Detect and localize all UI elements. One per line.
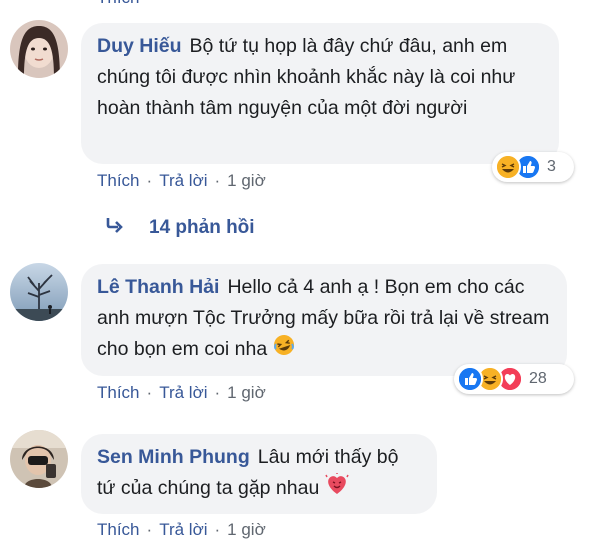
- view-replies-link[interactable]: 14 phản hồi: [105, 217, 255, 239]
- avatar[interactable]: [10, 263, 68, 321]
- reaction-count: 28: [529, 370, 547, 387]
- comment-author[interactable]: Lê Thanh Hải: [97, 276, 219, 298]
- like-reaction-icon: [457, 366, 483, 392]
- separator: ·: [146, 171, 153, 190]
- avatar[interactable]: [10, 430, 68, 488]
- heart-eyes-emoji-icon: [325, 473, 349, 505]
- like-link[interactable]: Thích: [97, 171, 140, 190]
- like-link[interactable]: Thích: [97, 520, 140, 539]
- reply-link[interactable]: Trả lời: [159, 383, 207, 402]
- separator: ·: [146, 383, 153, 402]
- haha-reaction-icon: [495, 154, 521, 180]
- separator: ·: [214, 171, 221, 190]
- comment-author[interactable]: Sen Minh Phung: [97, 446, 250, 468]
- like-link[interactable]: Thích: [97, 383, 140, 402]
- comment-bubble: Duy Hiếu Bộ tứ tụ họp là đây chứ đâu, anh…: [81, 23, 559, 164]
- separator: ·: [146, 520, 153, 539]
- comment-actions: Thích · Trả lời · 1 giờ: [97, 169, 266, 193]
- laughing-emoji-icon: [273, 334, 295, 366]
- comment-bubble: Lê Thanh Hải Hello cả 4 anh ạ ! Bọn em ch…: [81, 264, 567, 376]
- replies-count-label: 14 phản hồi: [149, 217, 255, 238]
- comment-author[interactable]: Duy Hiếu: [97, 35, 182, 57]
- comment-actions: Thích · Trả lời · 1 giờ: [97, 381, 266, 405]
- comment-actions: Thích · Trả lời · 1 giờ: [97, 518, 266, 542]
- reaction-count: 3: [547, 158, 556, 175]
- timestamp[interactable]: 1 giờ: [227, 383, 266, 402]
- avatar[interactable]: [10, 20, 68, 78]
- reaction-summary[interactable]: 3: [492, 152, 574, 182]
- timestamp[interactable]: 1 giờ: [227, 171, 266, 190]
- reaction-summary[interactable]: 28: [454, 364, 574, 394]
- separator: ·: [214, 383, 221, 402]
- separator: ·: [214, 520, 221, 539]
- reply-link[interactable]: Trả lời: [159, 520, 207, 539]
- timestamp[interactable]: 1 giờ: [227, 520, 266, 539]
- comment-bubble: Sen Minh Phung Lâu mới thấy bộ tứ của chú…: [81, 434, 437, 514]
- previous-comment-actions: Thích: [97, 0, 140, 10]
- reply-link[interactable]: Trả lời: [159, 171, 207, 190]
- previous-like-link[interactable]: Thích: [97, 0, 140, 7]
- reply-arrow-icon: [105, 217, 123, 239]
